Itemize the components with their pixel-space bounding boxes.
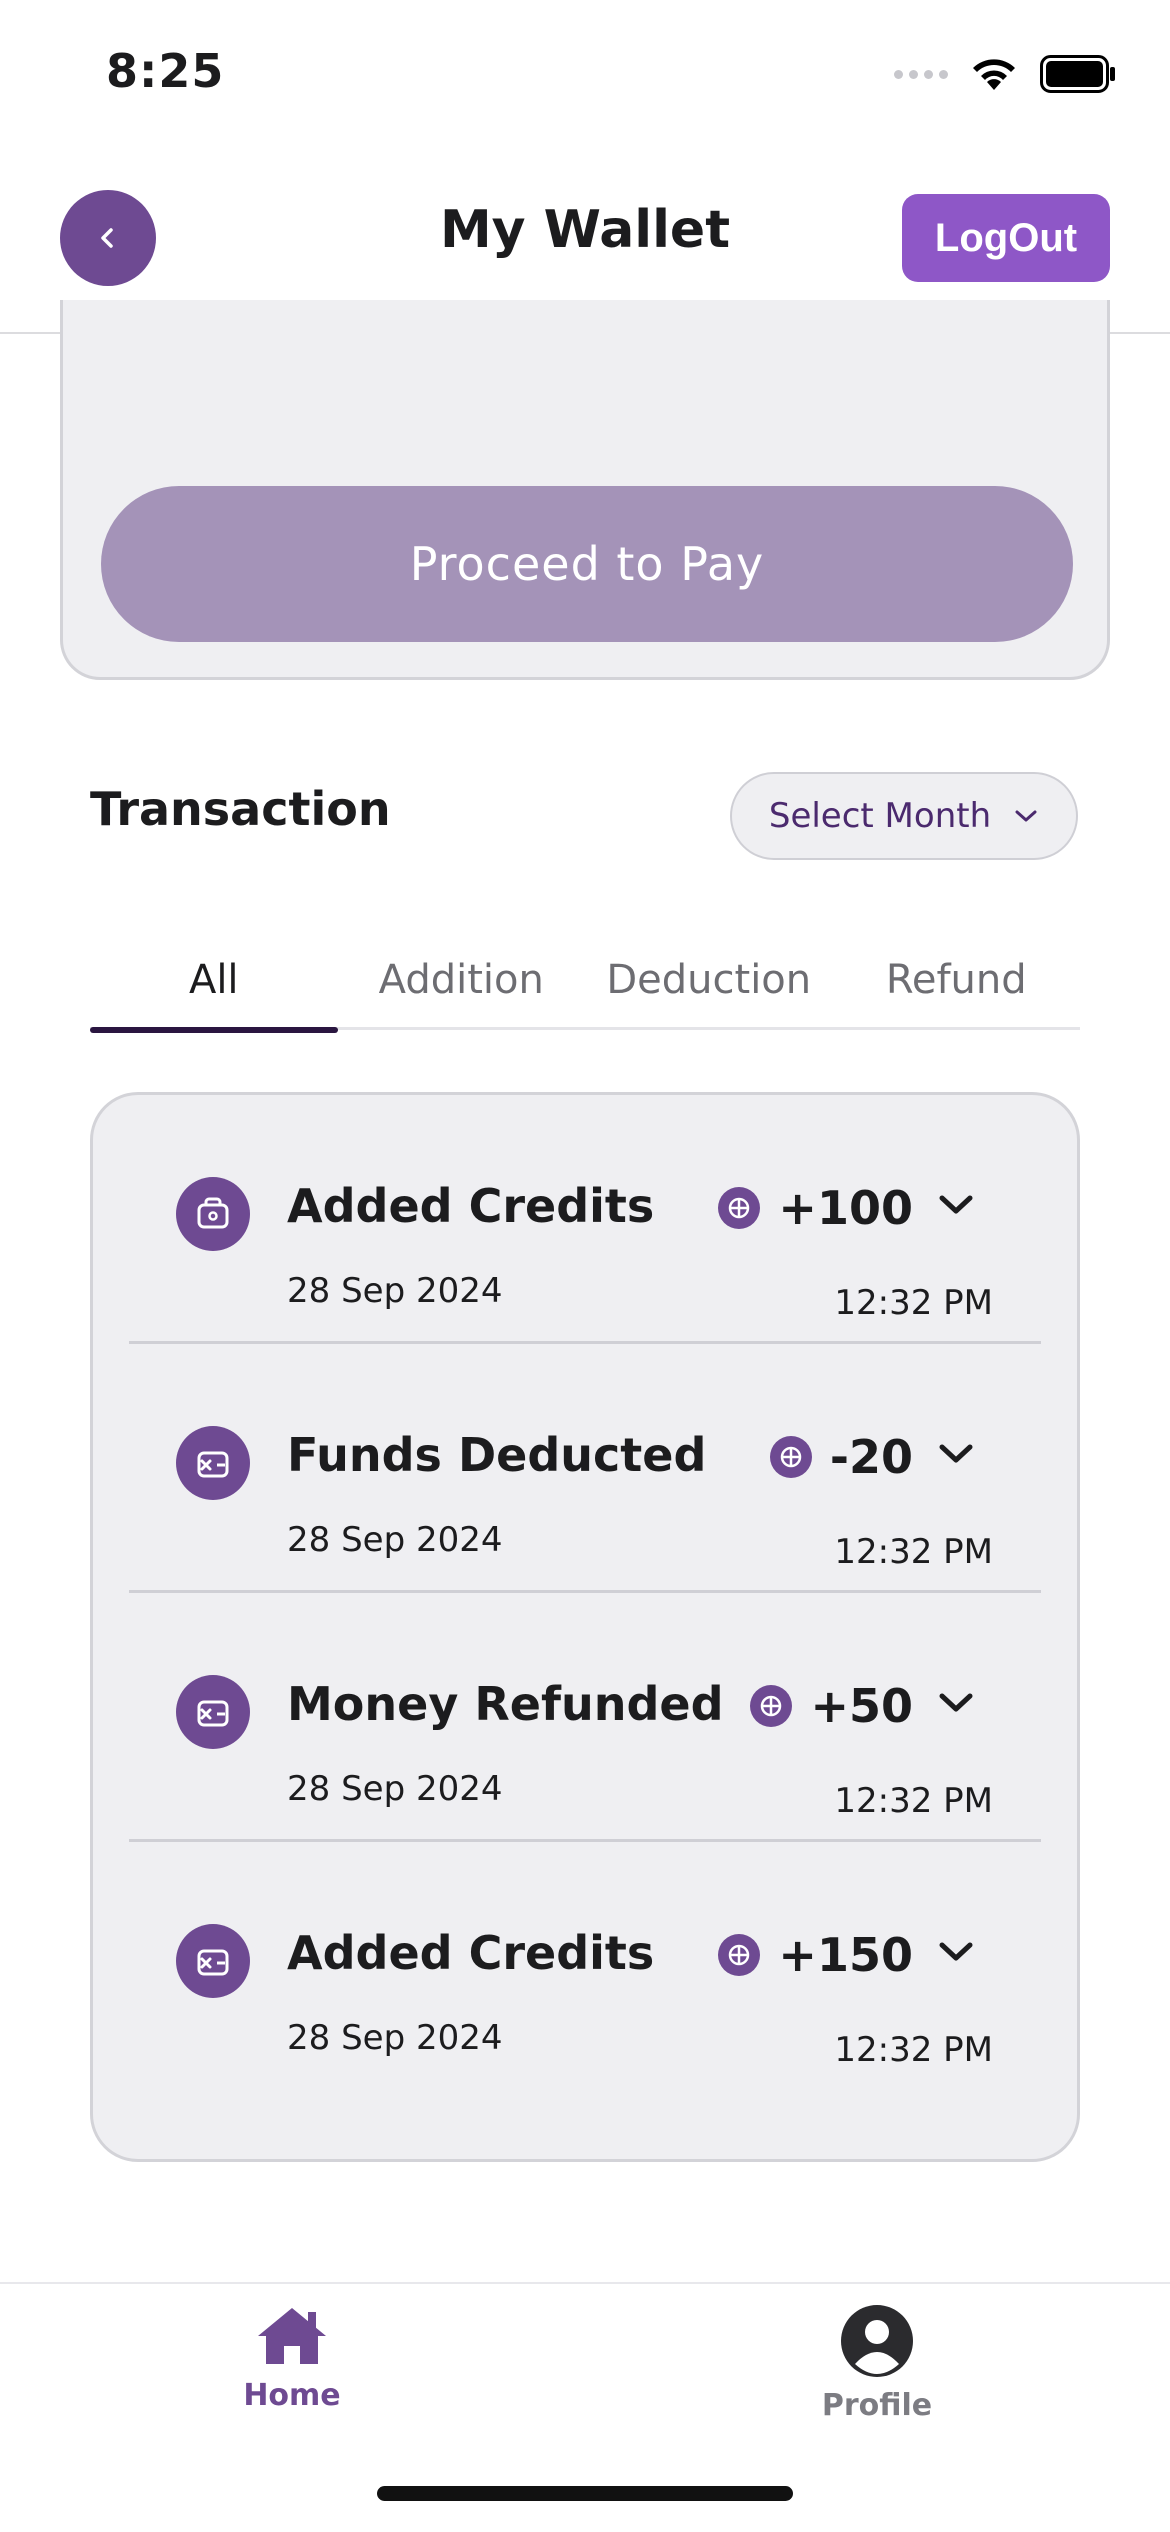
- coin-icon: [769, 1436, 812, 1478]
- transaction-row[interactable]: Funds Deducted 28 Sep 2024 -20 12:32 PM: [129, 1344, 1041, 1593]
- transaction-row[interactable]: Added Credits 28 Sep 2024 +100 12:32 PM: [129, 1095, 1041, 1344]
- tab-addition[interactable]: Addition: [338, 930, 586, 1030]
- transaction-title: Added Credits: [287, 1926, 655, 1980]
- expand-chevron-icon[interactable]: [929, 1932, 983, 1972]
- transaction-amount-group: +50: [750, 1679, 913, 1733]
- transaction-amount-group: -20: [769, 1430, 913, 1484]
- coin-icon: [718, 1187, 761, 1229]
- wallet-remove-icon: [176, 1924, 250, 1998]
- transaction-tabs: All Addition Deduction Refund: [90, 930, 1081, 1033]
- transaction-amount: +150: [778, 1928, 913, 1982]
- transaction-amount-group: +150: [718, 1928, 913, 1982]
- expand-chevron-icon[interactable]: [929, 1434, 983, 1474]
- select-month-label: Select Month: [768, 796, 992, 836]
- wallet-add-icon: [176, 1177, 250, 1251]
- nav-item-profile[interactable]: Profile: [777, 2304, 977, 2444]
- coin-icon: [750, 1685, 793, 1727]
- profile-icon: [841, 2305, 913, 2377]
- status-bar: 8:25: [0, 0, 1170, 150]
- coin-icon: [718, 1934, 761, 1976]
- wifi-icon: [973, 59, 1015, 90]
- home-indicator: [377, 2486, 793, 2501]
- transaction-title: Funds Deducted: [287, 1428, 707, 1482]
- nav-item-home[interactable]: Home: [192, 2304, 392, 2444]
- signal-icon: [894, 69, 948, 79]
- status-time: 8:25: [106, 44, 225, 98]
- proceed-to-pay-button[interactable]: Proceed to Pay: [101, 486, 1073, 642]
- wallet-remove-icon: [176, 1426, 250, 1500]
- expand-chevron-icon[interactable]: [929, 1185, 983, 1225]
- nav-label-home: Home: [243, 2378, 341, 2413]
- transaction-date: 28 Sep 2024: [287, 1769, 503, 1809]
- wallet-remove-icon: [176, 1675, 250, 1749]
- chevron-down-icon: [1015, 810, 1037, 822]
- transaction-amount: -20: [829, 1430, 913, 1484]
- transactions-title: Transaction: [90, 782, 391, 836]
- home-icon: [258, 2308, 326, 2364]
- transaction-row[interactable]: Money Refunded 28 Sep 2024 +50 12:32 PM: [129, 1593, 1041, 1842]
- transaction-title: Money Refunded: [287, 1677, 724, 1731]
- transaction-time: 12:32 PM: [834, 1532, 993, 1572]
- transaction-date: 28 Sep 2024: [287, 1520, 503, 1560]
- transaction-date: 28 Sep 2024: [287, 2018, 503, 2058]
- expand-chevron-icon[interactable]: [929, 1683, 983, 1723]
- transaction-list: Added Credits 28 Sep 2024 +100 12:32 PM …: [90, 1092, 1080, 2162]
- tab-refund[interactable]: Refund: [833, 930, 1081, 1030]
- battery-icon: [1040, 55, 1115, 93]
- logout-button[interactable]: LogOut: [902, 194, 1110, 282]
- transaction-amount-group: +100: [718, 1181, 913, 1235]
- transaction-row[interactable]: Added Credits 28 Sep 2024 +150 12:32 PM: [129, 1842, 1041, 2091]
- transaction-title: Added Credits: [287, 1179, 655, 1233]
- transaction-date: 28 Sep 2024: [287, 1271, 503, 1311]
- transaction-time: 12:32 PM: [834, 1283, 993, 1323]
- transaction-time: 12:32 PM: [834, 2030, 993, 2070]
- pay-card: Proceed to Pay: [60, 300, 1110, 680]
- transaction-time: 12:32 PM: [834, 1781, 993, 1821]
- select-month-dropdown[interactable]: Select Month: [730, 772, 1078, 860]
- tab-all[interactable]: All: [90, 930, 338, 1033]
- nav-label-profile: Profile: [821, 2388, 933, 2423]
- status-icons: [894, 52, 1116, 96]
- transaction-amount: +100: [778, 1181, 913, 1235]
- tab-deduction[interactable]: Deduction: [585, 930, 833, 1030]
- transaction-amount: +50: [810, 1679, 913, 1733]
